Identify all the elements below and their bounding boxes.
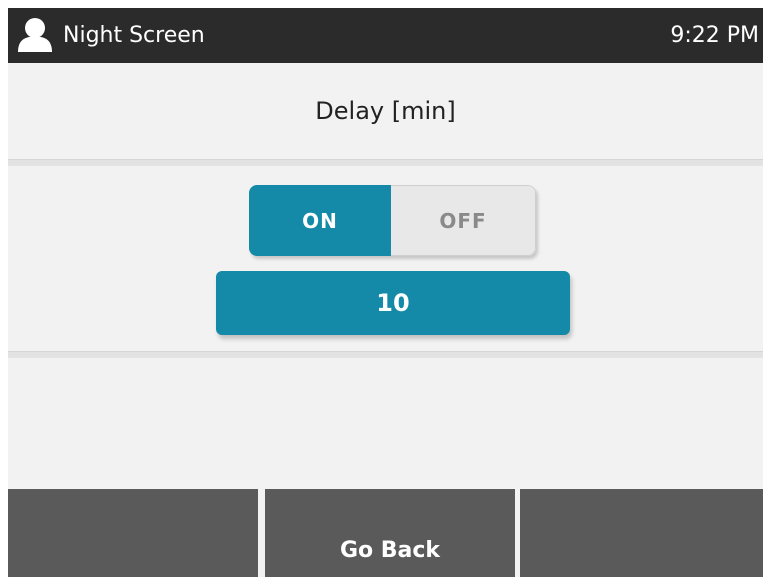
status-bar: Night Screen 9:22 PM [8, 8, 763, 63]
footer-bar: Go Back [8, 489, 763, 577]
user-icon [18, 18, 52, 52]
footer-left-button[interactable] [8, 489, 258, 577]
screen-title: Night Screen [63, 23, 205, 48]
divider-bottom [8, 351, 763, 358]
go-back-button[interactable]: Go Back [265, 489, 515, 577]
divider-top [8, 159, 763, 166]
setting-label: Delay [min] [315, 97, 456, 125]
on-off-toggle[interactable]: ON OFF [249, 185, 536, 256]
delay-value-button[interactable]: 10 [216, 271, 570, 335]
clock: 9:22 PM [670, 23, 759, 48]
toggle-on-button[interactable]: ON [249, 185, 391, 256]
footer-right-button[interactable] [520, 489, 763, 577]
toggle-off-button[interactable]: OFF [391, 185, 536, 256]
night-screen: Night Screen 9:22 PM Delay [min] ON OFF … [8, 8, 763, 577]
